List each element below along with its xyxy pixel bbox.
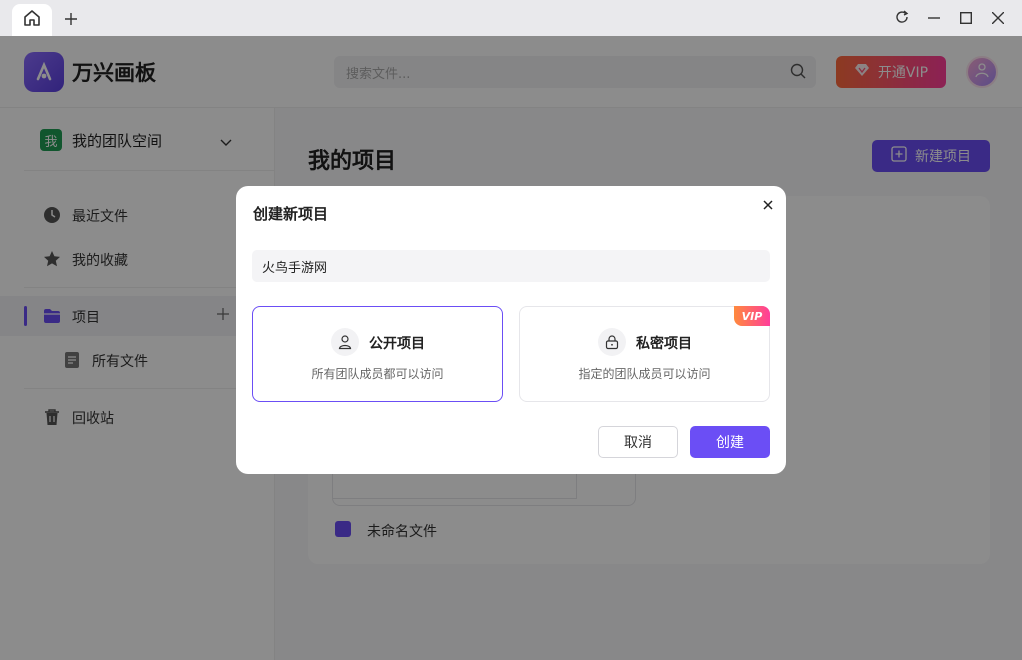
maximize-icon — [959, 9, 973, 28]
option-description: 指定的团队成员可以访问 — [578, 367, 711, 381]
minimize-icon — [928, 9, 940, 28]
dialog-close-button[interactable] — [760, 196, 776, 212]
home-tab[interactable] — [12, 4, 52, 36]
minimize-button[interactable] — [924, 8, 944, 28]
dialog-title: 创建新项目 — [253, 205, 329, 223]
option-title: 公开项目 — [369, 336, 425, 352]
lock-icon — [598, 328, 626, 356]
maximize-button[interactable] — [956, 8, 976, 28]
cancel-button[interactable]: 取消 — [598, 426, 678, 458]
close-icon — [991, 9, 1005, 28]
close-icon — [763, 195, 773, 214]
option-title: 私密项目 — [636, 336, 692, 352]
private-project-option[interactable]: VIP 私密项目 指定的团队成员可以访问 — [519, 306, 770, 402]
public-project-option[interactable]: 公开项目 所有团队成员都可以访问 — [252, 306, 503, 402]
new-tab-button[interactable] — [60, 8, 82, 30]
create-project-dialog: 创建新项目 公开项目 所有团队成员都可以访问 VIP 私密项目 指定的团队成员可… — [236, 186, 786, 474]
refresh-button[interactable] — [892, 8, 912, 28]
plus-icon — [65, 10, 77, 29]
project-name-input[interactable] — [252, 250, 770, 282]
vip-badge: VIP — [734, 306, 770, 326]
user-icon — [331, 328, 359, 356]
home-icon — [23, 9, 41, 31]
refresh-icon — [895, 9, 909, 28]
option-description: 所有团队成员都可以访问 — [311, 367, 444, 381]
close-window-button[interactable] — [988, 8, 1008, 28]
title-bar — [0, 0, 1022, 36]
create-button[interactable]: 创建 — [690, 426, 770, 458]
